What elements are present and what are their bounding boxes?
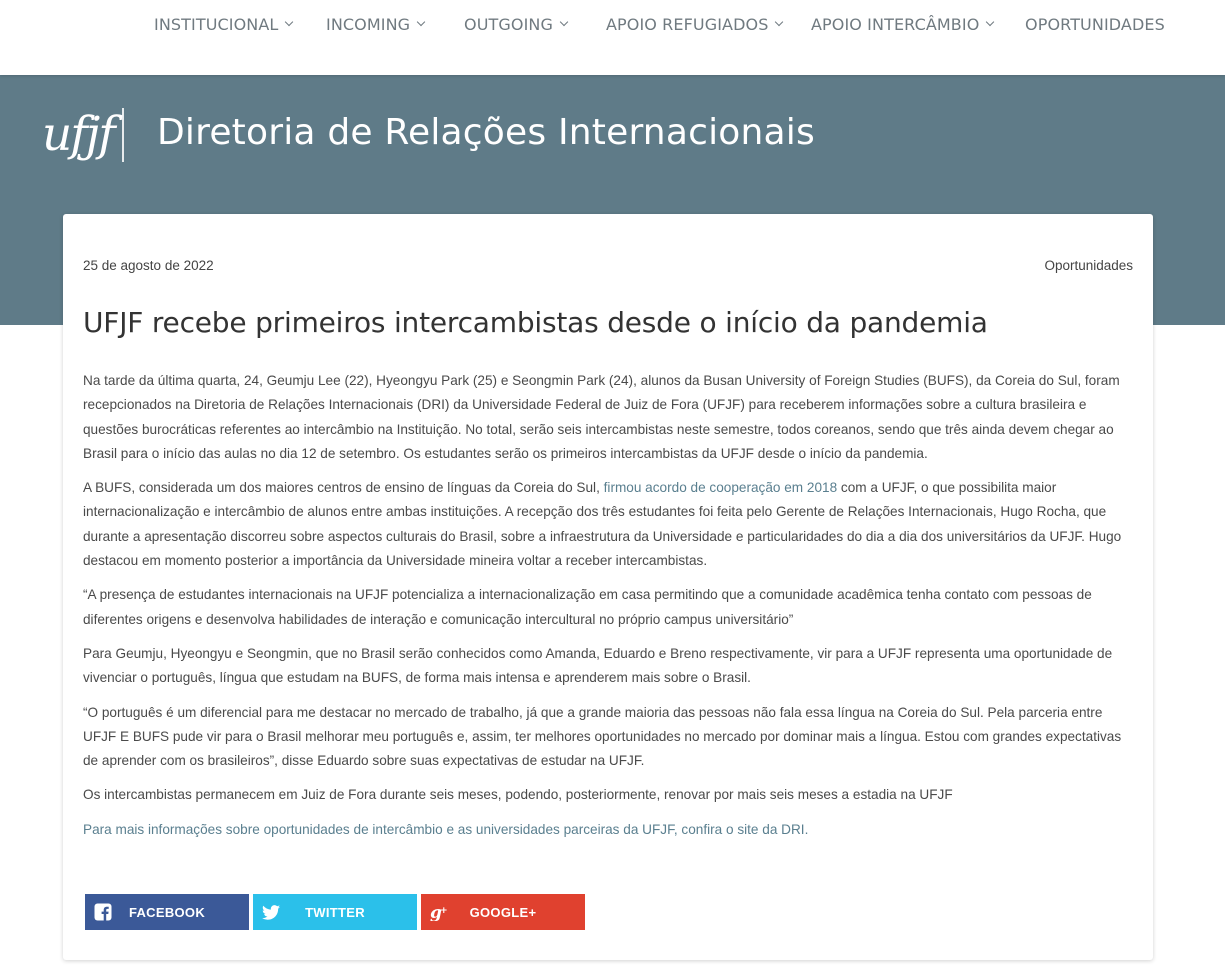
- article-quote: “A presença de estudantes internacionais…: [83, 587, 1092, 627]
- nav-item-oportunidades[interactable]: OPORTUNIDADES: [1025, 12, 1165, 36]
- ufjf-logo[interactable]: ufjf: [42, 104, 116, 166]
- chevron-down-icon: [285, 17, 294, 26]
- article-paragraph: Os intercambistas permanecem em Juiz de …: [83, 787, 953, 803]
- chevron-down-icon: [559, 17, 569, 26]
- share-label: GOOGLE+: [469, 904, 537, 920]
- paragraph-text: A BUFS, considerada um dos maiores centr…: [83, 480, 604, 496]
- facebook-icon: [85, 894, 121, 930]
- nav-item-label: APOIO INTERCÂMBIO: [811, 14, 980, 34]
- article-title: UFJF recebe primeiros intercambistas des…: [83, 306, 988, 339]
- top-navigation: INSTITUCIONAL INCOMING OUTGOING APOIO RE…: [0, 0, 1225, 75]
- chevron-down-icon: [775, 17, 784, 26]
- share-label: TWITTER: [305, 904, 365, 920]
- google-plus-icon: g +: [421, 894, 457, 930]
- nav-item-label: OPORTUNIDADES: [1025, 14, 1165, 34]
- dri-site-link[interactable]: Para mais informações sobre oportunidade…: [83, 822, 808, 837]
- share-buttons: FACEBOOK TWITTER g + GOOGLE+: [85, 894, 589, 930]
- nav-item-label: INCOMING: [326, 14, 411, 34]
- site-title[interactable]: Diretoria de Relações Internacionais: [157, 112, 815, 153]
- svg-text:+: +: [440, 906, 448, 916]
- article-body: Na tarde da última quarta, 24, Geumju Le…: [83, 369, 1133, 852]
- nav-item-outgoing[interactable]: OUTGOING: [464, 12, 569, 36]
- nav-item-label: APOIO REFUGIADOS: [606, 14, 769, 34]
- chevron-down-icon: [986, 17, 995, 26]
- nav-item-apoio-refugiados[interactable]: APOIO REFUGIADOS: [606, 12, 784, 36]
- nav-item-incoming[interactable]: INCOMING: [326, 12, 426, 36]
- article-paragraph: Para Geumju, Hyeongyu e Seongmin, que no…: [83, 645, 1113, 686]
- facebook-share-button[interactable]: FACEBOOK: [85, 894, 249, 930]
- article-card: 25 de agosto de 2022 Oportunidades UFJF …: [63, 214, 1153, 960]
- share-label: FACEBOOK: [128, 904, 206, 920]
- cooperation-agreement-link[interactable]: firmou acordo de cooperação em 2018: [604, 480, 838, 495]
- logo-divider: [122, 108, 124, 162]
- article-date: 25 de agosto de 2022: [83, 258, 214, 273]
- nav-item-institucional[interactable]: INSTITUCIONAL: [154, 12, 294, 36]
- twitter-share-button[interactable]: TWITTER: [253, 894, 417, 930]
- nav-item-label: INSTITUCIONAL: [154, 14, 279, 34]
- article-paragraph: A BUFS, considerada um dos maiores centr…: [83, 476, 1133, 573]
- twitter-icon: [253, 894, 289, 930]
- article-quote: “O português é um diferencial para me de…: [83, 704, 1122, 769]
- article-category-link[interactable]: Oportunidades: [1044, 258, 1133, 273]
- google-plus-share-button[interactable]: g + GOOGLE+: [421, 894, 585, 930]
- article-paragraph: Para mais informações sobre oportunidade…: [83, 818, 1133, 842]
- article-paragraph: Na tarde da última quarta, 24, Geumju Le…: [83, 373, 1120, 461]
- chevron-down-icon: [416, 17, 426, 26]
- nav-item-label: OUTGOING: [464, 14, 553, 34]
- nav-item-apoio-intercambio[interactable]: APOIO INTERCÂMBIO: [811, 12, 995, 36]
